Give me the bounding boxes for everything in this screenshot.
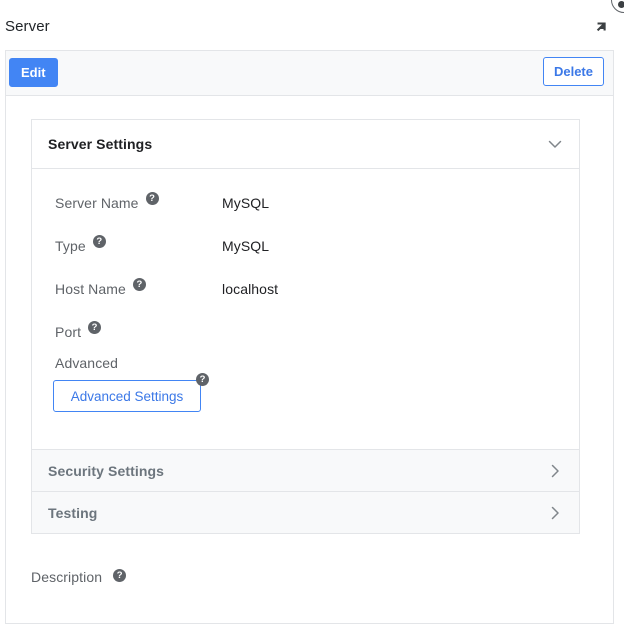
advanced-settings-wrap: Advanced Settings ? xyxy=(53,380,203,412)
label-text: Server Name xyxy=(55,195,139,211)
page-titlebar: Server xyxy=(0,0,624,50)
section-title-security-settings: Security Settings xyxy=(48,450,164,491)
page-title: Server xyxy=(5,19,50,35)
advanced-label: Advanced xyxy=(55,355,118,371)
section-body-server-settings: Server Name ? MySQL Type ? MySQL Host Na… xyxy=(32,169,579,449)
field-row-type: Type ? MySQL xyxy=(32,224,579,267)
section-title-server-settings: Server Settings xyxy=(48,120,152,168)
field-label-server-name: Server Name ? xyxy=(55,181,159,224)
partial-circle-icon[interactable] xyxy=(611,0,624,13)
field-row-host-name: Host Name ? localhost xyxy=(32,267,579,310)
server-detail-panel: Edit Delete Server Settings Server Name … xyxy=(5,50,614,624)
label-text: Host Name xyxy=(55,281,126,297)
help-circle-icon[interactable]: ? xyxy=(133,278,146,291)
field-label-type: Type ? xyxy=(55,224,106,267)
field-value-server-name: MySQL xyxy=(222,181,269,224)
section-header-server-settings[interactable]: Server Settings xyxy=(32,120,579,169)
field-label-host-name: Host Name ? xyxy=(55,267,146,310)
help-circle-icon[interactable]: ? xyxy=(93,235,106,248)
help-circle-icon[interactable]: ? xyxy=(196,373,209,386)
field-value-host-name: localhost xyxy=(222,267,278,310)
label-text: Port xyxy=(55,324,81,340)
section-title-testing: Testing xyxy=(48,492,97,533)
delete-button[interactable]: Delete xyxy=(543,57,604,86)
edit-button[interactable]: Edit xyxy=(9,58,58,87)
help-circle-icon[interactable]: ? xyxy=(146,192,159,205)
action-toolbar: Edit Delete xyxy=(6,51,613,96)
description-field: Description ? xyxy=(31,569,126,586)
advanced-settings-button[interactable]: Advanced Settings xyxy=(53,380,201,412)
chevron-right-icon[interactable] xyxy=(545,492,565,533)
chevron-down-icon[interactable] xyxy=(545,120,565,168)
field-row-server-name: Server Name ? MySQL xyxy=(32,181,579,224)
chevron-right-icon[interactable] xyxy=(545,450,565,491)
field-label-port: Port ? xyxy=(55,310,101,353)
external-link-arrow-icon[interactable] xyxy=(590,16,612,38)
field-value-type: MySQL xyxy=(222,224,269,267)
label-text: Type xyxy=(55,238,86,254)
field-row-port: Port ? xyxy=(32,310,579,353)
description-label: Description xyxy=(31,569,102,585)
help-circle-icon[interactable]: ? xyxy=(113,569,126,582)
section-header-testing[interactable]: Testing xyxy=(32,491,579,533)
advanced-block: Advanced Advanced Settings ? xyxy=(32,355,579,433)
settings-accordion-card: Server Settings Server Name ? MySQL Type… xyxy=(31,119,580,534)
section-header-security-settings[interactable]: Security Settings xyxy=(32,449,579,491)
help-circle-icon[interactable]: ? xyxy=(88,321,101,334)
